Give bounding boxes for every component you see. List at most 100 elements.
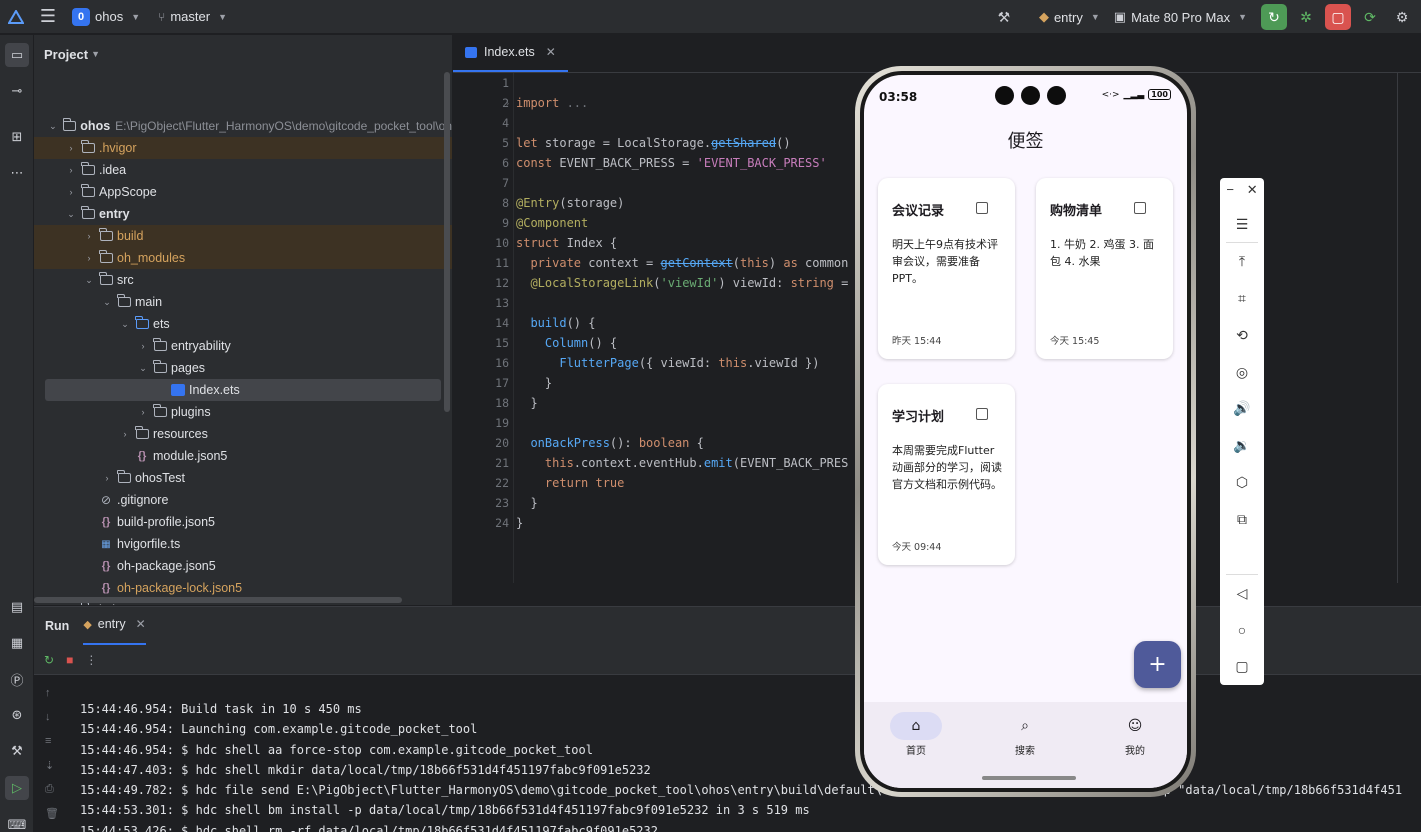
run-config-selector[interactable]: ◆ entry ▼: [1039, 9, 1100, 25]
console-output[interactable]: 15:44:46.954: Build task in 10 s 450 ms …: [80, 699, 1402, 832]
device-selector[interactable]: ▣ Mate 80 Pro Max ▼: [1114, 9, 1247, 25]
structure-icon[interactable]: ⊞: [5, 125, 29, 149]
tree-item-ets[interactable]: ⌄ ets: [34, 313, 452, 335]
stop-icon[interactable]: ■: [66, 653, 73, 667]
services-icon[interactable]: ⊛: [5, 703, 29, 727]
crop-screenshot-icon[interactable]: ⌗: [1232, 288, 1252, 308]
nav-search[interactable]: ⌕ 搜索: [985, 712, 1065, 757]
note-checkbox[interactable]: [976, 408, 988, 420]
rerun-icon[interactable]: ↻: [44, 653, 54, 667]
note-checkbox[interactable]: [976, 202, 988, 214]
folder-icon: [80, 162, 96, 176]
nav-home[interactable]: ⌂ 首页: [876, 712, 956, 757]
phone-screen[interactable]: 03:58 <·> ▁▂▃ 100 便签 会议记录 明天上午9点有技术评审会议，…: [864, 75, 1187, 788]
volume-down-icon[interactable]: 🔉: [1232, 435, 1252, 455]
fold-arrow-icon[interactable]: ›: [506, 98, 509, 108]
tree-item-build-profile[interactable]: {} build-profile.json5: [34, 511, 452, 533]
device-label: Mate 80 Pro Max: [1131, 9, 1231, 25]
note-card[interactable]: 会议记录 明天上午9点有技术评审会议，需要准备PPT。 昨天 15:44: [878, 178, 1015, 359]
more-tools-icon[interactable]: ⋯: [5, 161, 29, 185]
note-card[interactable]: 学习计划 本周需要完成Flutter动画部分的学习，阅读官方文档和示例代码。 今…: [878, 384, 1015, 565]
tree-item-entry[interactable]: ⌄ entry: [34, 203, 452, 225]
tree-item-gitignore[interactable]: ⊘ .gitignore: [34, 489, 452, 511]
run-toolbar: ↻ ■ ⋮: [34, 645, 1421, 675]
print-icon[interactable]: ⎙: [45, 783, 54, 796]
debug-icon[interactable]: ✲: [1293, 4, 1319, 30]
build-icon[interactable]: ⚒: [5, 739, 29, 763]
main-menu-icon[interactable]: ☰: [30, 0, 66, 34]
tree-item-src[interactable]: ⌄ src: [34, 269, 452, 291]
note-card[interactable]: 购物清单 1. 牛奶 2. 鸡蛋 3. 面包 4. 水果 今天 15:45: [1036, 178, 1173, 359]
scroll-to-end-icon[interactable]: ⇣: [45, 759, 54, 772]
terminal-icon[interactable]: ⌨: [5, 813, 29, 832]
volume-up-icon[interactable]: 🔊: [1232, 398, 1252, 418]
tree-item-oh-package[interactable]: {} oh-package.json5: [34, 555, 452, 577]
home-indicator[interactable]: [982, 776, 1076, 780]
project-vertical-scrollbar[interactable]: [444, 72, 450, 412]
tree-item-resources[interactable]: › resources: [34, 423, 452, 445]
nav-profile[interactable]: ☺ 我的: [1095, 712, 1175, 757]
tree-item-ohostest[interactable]: › ohosTest: [34, 467, 452, 489]
fold-icon[interactable]: ⬡: [1232, 472, 1252, 492]
module-folder-icon: [80, 206, 96, 220]
tree-item-oh-modules[interactable]: › oh_modules: [34, 247, 452, 269]
home-circle-icon[interactable]: ○: [1232, 620, 1252, 640]
log-icon[interactable]: ▦: [5, 631, 29, 655]
json-file-icon: {}: [137, 450, 147, 462]
folder-icon: [152, 360, 168, 374]
tree-item-module-json5[interactable]: {} module.json5: [34, 445, 452, 467]
tree-item-hvigorfile[interactable]: ▦ hvigorfile.ts: [34, 533, 452, 555]
more-options-icon[interactable]: ⋮: [85, 653, 97, 667]
project-panel-header[interactable]: Project ▼: [34, 35, 452, 73]
close-icon[interactable]: ✕: [136, 617, 146, 631]
tree-item-pages[interactable]: ⌄ pages: [34, 357, 452, 379]
todo-icon[interactable]: ▤: [5, 595, 29, 619]
soft-wrap-icon[interactable]: ≡: [45, 735, 51, 747]
tree-item-hvigor-dir[interactable]: › .hvigor: [34, 137, 452, 159]
run-tool-icon[interactable]: ▷: [5, 776, 29, 800]
multi-device-icon[interactable]: ⧉: [1232, 509, 1252, 529]
vcs-branch-selector[interactable]: ⑂ master ▼: [158, 9, 227, 24]
tab-run-entry[interactable]: ◆ entry ✕: [83, 607, 146, 645]
pin-top-icon[interactable]: ⤒: [1232, 251, 1252, 271]
menu-icon[interactable]: ☰: [1232, 214, 1252, 234]
tab-index-ets[interactable]: Index.ets ✕: [453, 35, 568, 72]
recents-icon[interactable]: ▢: [1232, 656, 1252, 676]
tree-item-root[interactable]: ⌄ ohos E:\PigObject\Flutter_HarmonyOS\de…: [34, 115, 452, 137]
project-horizontal-scrollbar[interactable]: [34, 597, 402, 603]
apply-changes-icon[interactable]: ⟳: [1357, 4, 1383, 30]
stop-button[interactable]: ▢: [1325, 4, 1351, 30]
add-note-button[interactable]: +: [1134, 641, 1181, 688]
minimize-icon[interactable]: −: [1226, 182, 1234, 198]
tree-item-build[interactable]: › build: [34, 225, 452, 247]
scroll-down-icon[interactable]: ↓: [45, 711, 51, 723]
tree-item-main[interactable]: ⌄ main: [34, 291, 452, 313]
note-date: 今天 09:44: [892, 542, 942, 553]
scroll-up-icon[interactable]: ↑: [45, 687, 51, 699]
close-icon[interactable]: ✕: [1247, 182, 1258, 198]
profiler-icon[interactable]: Ⓟ: [5, 667, 29, 691]
project-selector[interactable]: 0 ohos ▼: [72, 7, 140, 26]
location-icon[interactable]: ◎: [1232, 362, 1252, 382]
hammer-build-icon[interactable]: ⚒: [991, 4, 1017, 30]
tree-item-oh-package-lock[interactable]: {} oh-package-lock.json5: [34, 577, 452, 599]
folder-icon: [152, 338, 168, 352]
project-folder-icon[interactable]: ▭: [5, 43, 29, 67]
code-line: return true: [516, 476, 625, 490]
tree-item-idea[interactable]: › .idea: [34, 159, 452, 181]
chevron-down-icon: ⌄: [49, 120, 57, 131]
rotate-icon[interactable]: ⟲: [1232, 325, 1252, 345]
close-icon[interactable]: ✕: [546, 45, 556, 59]
chevron-down-icon: ▼: [218, 11, 227, 22]
back-icon[interactable]: ◁: [1232, 583, 1252, 603]
code-line: @Component: [516, 216, 589, 230]
note-checkbox[interactable]: [1134, 202, 1146, 214]
tree-item-appscope[interactable]: › AppScope: [34, 181, 452, 203]
tree-item-entryability[interactable]: › entryability: [34, 335, 452, 357]
tree-item-plugins[interactable]: › plugins: [34, 401, 452, 423]
rerun-button[interactable]: ↻: [1261, 4, 1287, 30]
commit-icon[interactable]: ⊸: [5, 79, 29, 103]
settings-gear-icon[interactable]: ⚙: [1389, 4, 1415, 30]
tree-item-index-ets[interactable]: Index.ets: [45, 379, 441, 401]
trash-icon[interactable]: 🗑: [45, 807, 59, 820]
